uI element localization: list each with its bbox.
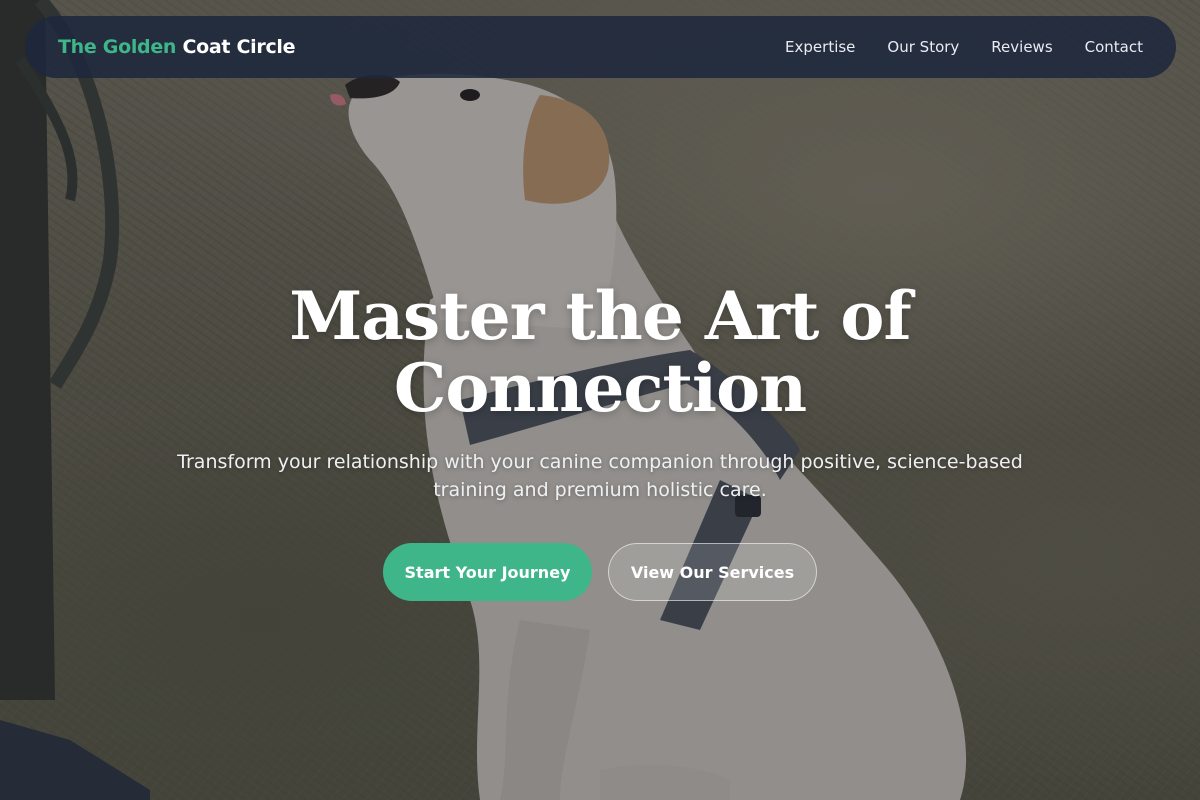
nav-links: Expertise Our Story Reviews Contact [785,38,1143,56]
hero-section: Master the Art of Connection Transform y… [0,0,1200,800]
hero-subtitle-line-2: training and premium holistic care. [433,479,767,501]
hero-title-line-1: Master the Art of [289,277,912,355]
brand-accent-text: The Golden [58,36,177,58]
view-services-button[interactable]: View Our Services [608,543,817,601]
brand-logo[interactable]: The Golden Coat Circle [58,36,296,58]
hero-subtitle-line-1: Transform your relationship with your ca… [177,451,1023,473]
navbar: The Golden Coat Circle Expertise Our Sto… [25,16,1176,78]
hero-title-line-2: Connection [393,349,807,427]
hero-title: Master the Art of Connection [150,280,1050,424]
hero-subtitle: Transform your relationship with your ca… [170,448,1030,504]
nav-link-expertise[interactable]: Expertise [785,38,855,56]
nav-link-contact[interactable]: Contact [1085,38,1143,56]
nav-link-reviews[interactable]: Reviews [991,38,1052,56]
start-journey-button[interactable]: Start Your Journey [383,543,592,601]
nav-link-our-story[interactable]: Our Story [887,38,959,56]
brand-rest-text: Coat Circle [182,36,296,58]
